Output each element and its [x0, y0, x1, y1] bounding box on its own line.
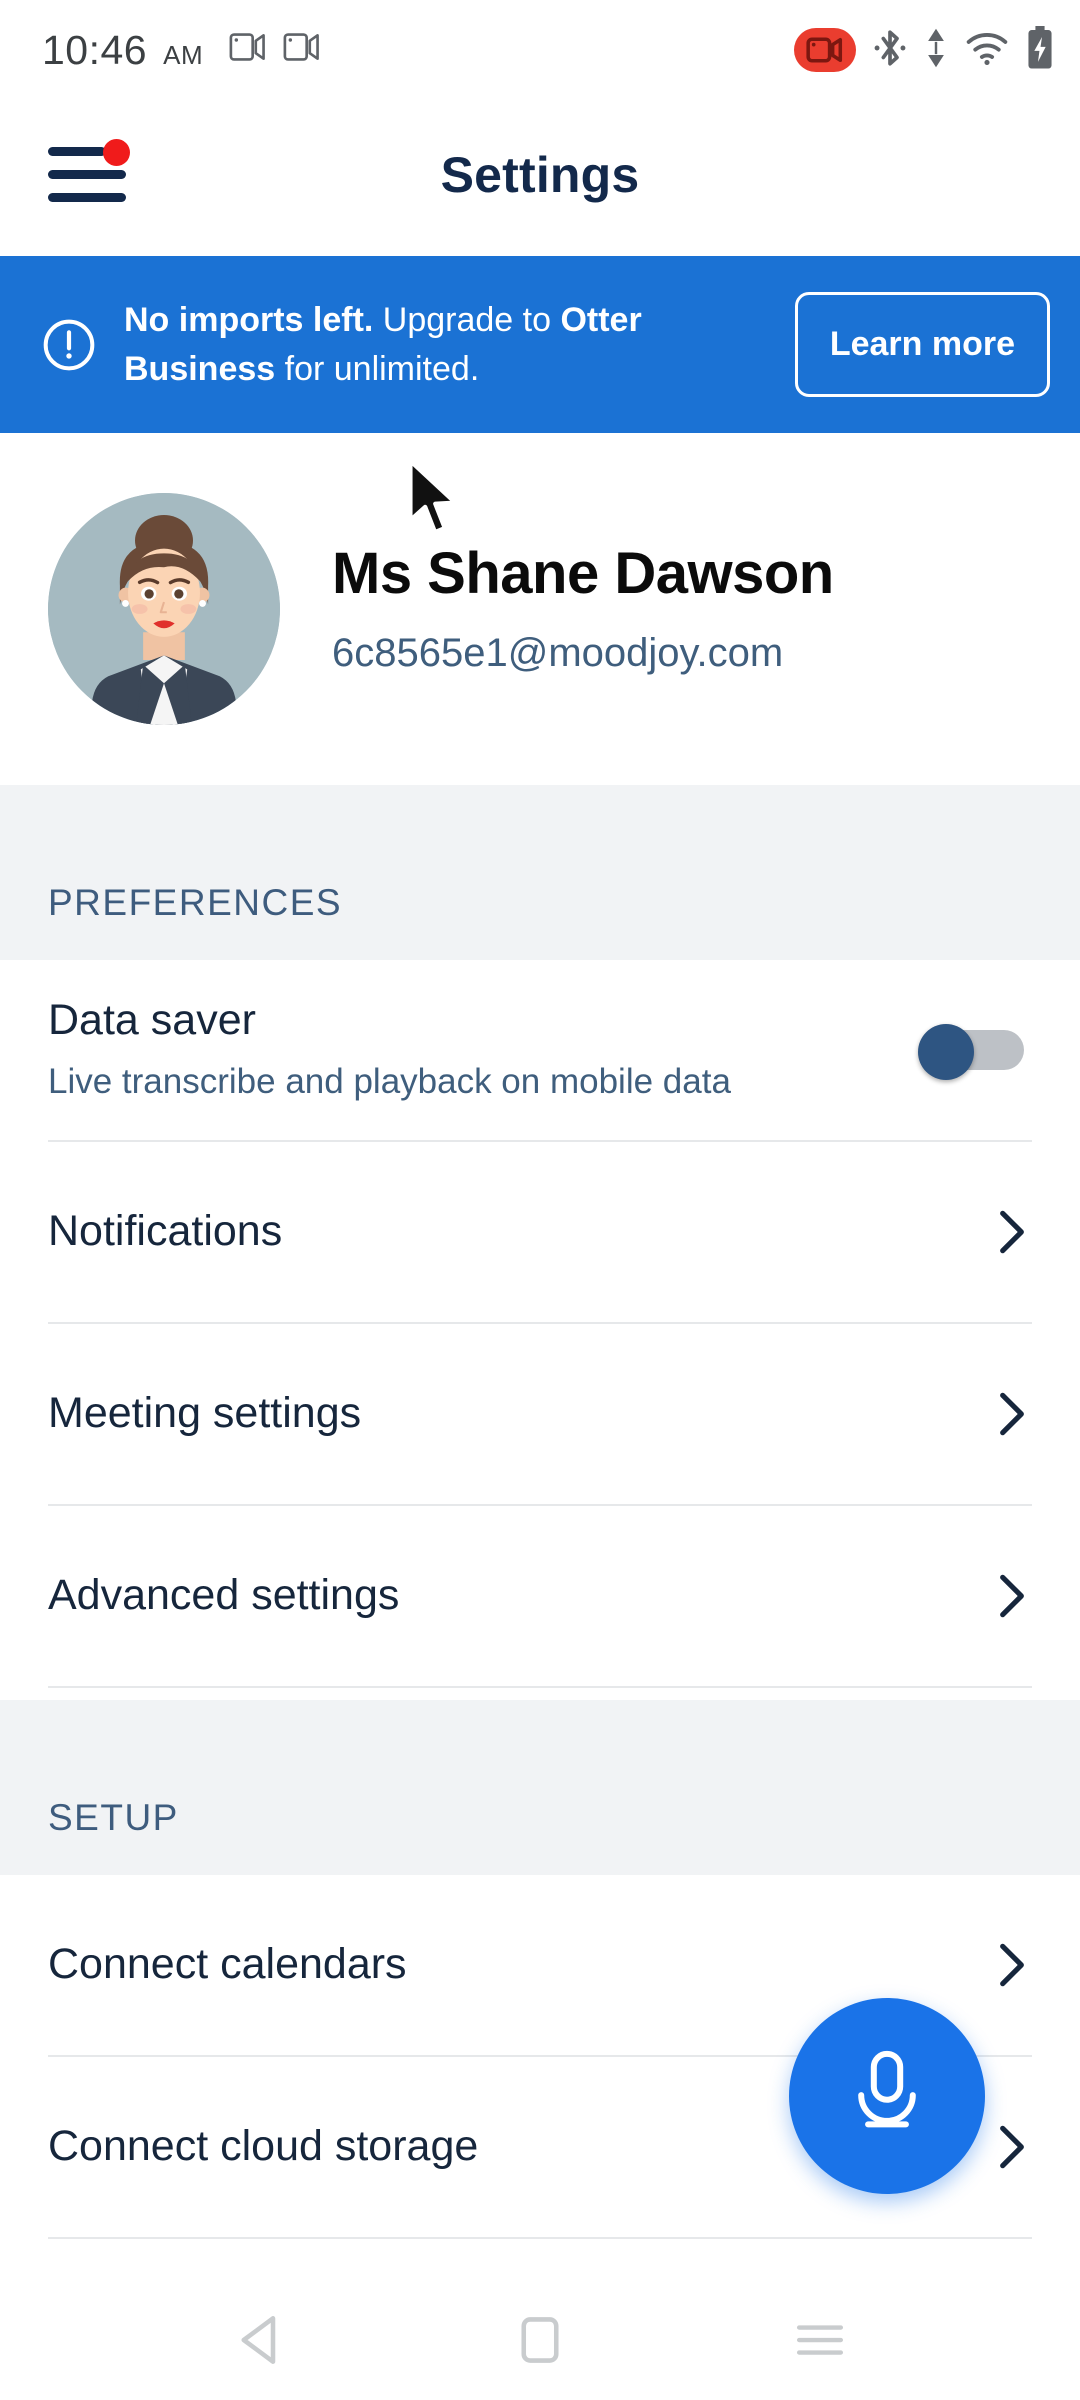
status-bar-right-icons	[794, 25, 1054, 75]
profile-name: Ms Shane Dawson	[332, 540, 834, 606]
learn-more-button[interactable]: Learn more	[794, 292, 1050, 397]
banner-message: No imports left. Upgrade to Otter Busine…	[104, 296, 795, 393]
alert-circle-icon	[34, 317, 104, 373]
screen-record-icon	[794, 28, 856, 72]
upgrade-banner[interactable]: No imports left. Upgrade to Otter Busine…	[0, 256, 1080, 433]
android-navigation-bar	[0, 2280, 1080, 2400]
chevron-right-icon	[992, 1386, 1032, 1442]
row-connect-calendars-labels: Connect calendars	[48, 1940, 447, 1989]
profile-email: 6c8565e1@moodjoy.com	[332, 631, 784, 676]
row-meeting-settings[interactable]: Meeting settings	[48, 1324, 1032, 1506]
row-advanced-settings-labels: Advanced settings	[48, 1571, 439, 1620]
notification-dot	[103, 139, 130, 166]
row-meeting-settings-labels: Meeting settings	[48, 1389, 401, 1438]
banner-text-normal-2: for unlimited.	[275, 349, 480, 388]
bluetooth-icon	[873, 27, 907, 74]
chevron-right-icon	[992, 2119, 1032, 2175]
battery-charging-icon	[1026, 25, 1054, 75]
data-saver-toggle[interactable]	[918, 1024, 1024, 1080]
row-notifications[interactable]: Notifications	[48, 1142, 1032, 1324]
status-bar-left-icons	[229, 32, 321, 66]
microphone-icon	[844, 2048, 930, 2145]
section-header-setup: SETUP	[0, 1700, 1080, 1875]
wifi-icon	[965, 30, 1009, 71]
recents-lines-icon[interactable]	[772, 2292, 868, 2388]
row-notifications-labels: Notifications	[48, 1207, 322, 1256]
chevron-right-icon	[992, 1937, 1032, 1993]
row-data-saver[interactable]: Data saver Live transcribe and playback …	[48, 960, 1032, 1142]
row-data-saver-labels: Data saver Live transcribe and playback …	[48, 996, 771, 1105]
screen-cast-icon	[229, 32, 267, 66]
row-title: Notifications	[48, 1207, 283, 1256]
screen-cast-icon	[283, 32, 321, 66]
status-bar-clock: 10:46	[42, 26, 148, 73]
status-bar-ampm: AM	[163, 39, 204, 70]
section-header-preferences: PREFERENCES	[0, 785, 1080, 960]
record-fab-button[interactable]	[789, 1998, 985, 2194]
preferences-rows: Data saver Live transcribe and playback …	[0, 960, 1080, 1688]
row-advanced-settings[interactable]: Advanced settings	[48, 1506, 1032, 1688]
row-title: Connect calendars	[48, 1940, 407, 1989]
row-title: Advanced settings	[48, 1571, 400, 1620]
back-triangle-icon[interactable]	[212, 2292, 308, 2388]
banner-text-bold-1: No imports left.	[124, 301, 374, 340]
profile-section[interactable]: Ms Shane Dawson 6c8565e1@moodjoy.com	[0, 433, 1080, 785]
mouse-pointer-icon	[406, 458, 464, 542]
home-square-icon[interactable]	[492, 2292, 588, 2388]
row-title: Data saver	[48, 995, 256, 1044]
data-transfer-icon	[924, 27, 948, 74]
page-title: Settings	[440, 147, 640, 203]
chevron-right-icon	[992, 1568, 1032, 1624]
hamburger-menu-button[interactable]	[48, 135, 144, 215]
banner-text-normal-1: Upgrade to	[373, 301, 561, 340]
toggle-knob	[918, 1024, 974, 1080]
settings-screen: 10:46 AM Settings No imports left. Upgra…	[0, 0, 1080, 2400]
status-bar: 10:46 AM	[0, 0, 1080, 100]
row-title: Connect cloud storage	[48, 2122, 479, 2171]
row-subtitle: Live transcribe and playback on mobile d…	[48, 1061, 731, 1101]
status-bar-left: 10:46 AM	[42, 27, 321, 74]
profile-info: Ms Shane Dawson 6c8565e1@moodjoy.com	[332, 540, 834, 677]
chevron-right-icon	[992, 1204, 1032, 1260]
row-title: Meeting settings	[48, 1389, 362, 1438]
app-bar: Settings	[0, 100, 1080, 250]
hamburger-menu-icon	[48, 139, 130, 203]
avatar	[48, 493, 280, 725]
row-connect-cloud-storage-labels: Connect cloud storage	[48, 2122, 518, 2171]
